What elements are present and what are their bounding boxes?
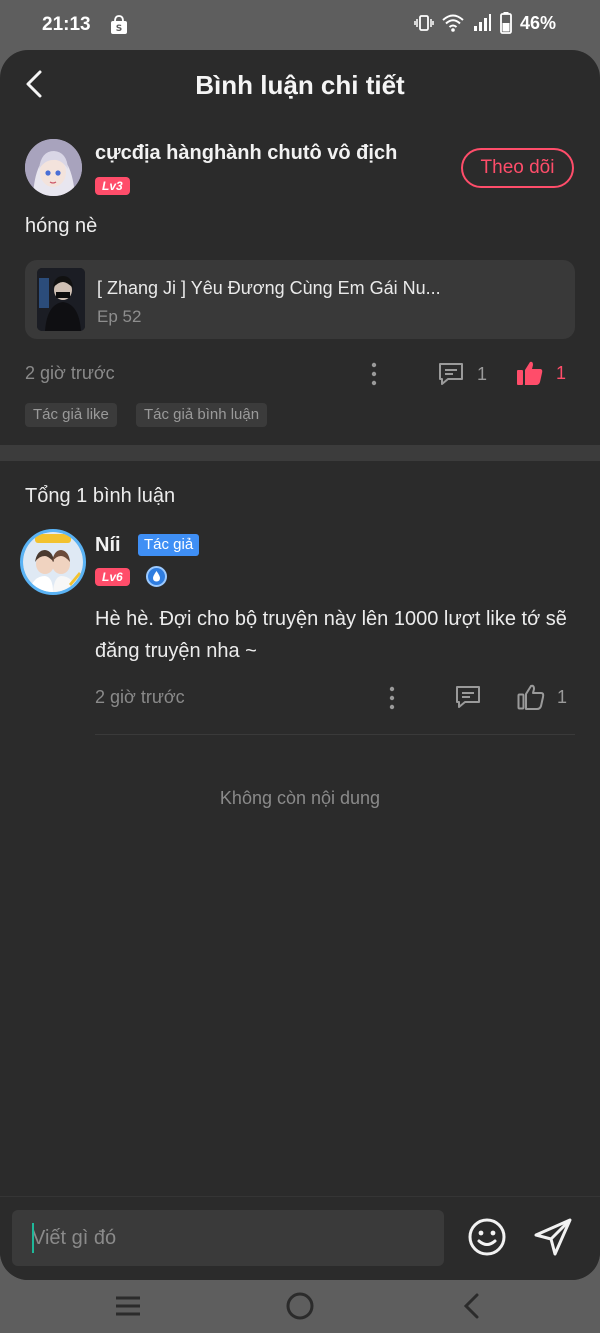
medal-icon (146, 566, 167, 587)
recent-apps-icon[interactable] (112, 1290, 144, 1322)
comment-input[interactable] (12, 1210, 444, 1266)
comment-icon (439, 363, 463, 385)
svg-text:S: S (116, 24, 122, 34)
section-divider (0, 445, 600, 461)
comment-text: Hè hè. Đợi cho bộ truyện này lên 1000 lư… (95, 608, 567, 662)
post-reply-button[interactable]: 1 (437, 361, 487, 387)
story-title: [ Zhang Ji ] Yêu Đương Cùng Em Gái Nu... (97, 278, 441, 298)
drop-icon (153, 571, 160, 582)
status-bar: 21:13 S 46% (0, 0, 600, 50)
like-count: 1 (556, 362, 567, 383)
level-badge: Lv3 (95, 177, 130, 195)
wifi-icon (442, 14, 464, 32)
story-cover-image (37, 268, 85, 331)
author-badge: Tác giả (138, 534, 200, 556)
comment-composer (0, 1196, 600, 1280)
more-options-icon[interactable] (368, 362, 380, 386)
avatar-anime-girl-icon (25, 139, 82, 196)
post-like-button[interactable]: 1 (516, 360, 566, 386)
level-badge: Lv6 (95, 568, 130, 586)
avatar-writer-icon (23, 532, 83, 592)
comment-separator (95, 734, 575, 735)
level-badge-label: Lv6 (95, 568, 130, 586)
post-text: hóng nè (25, 215, 98, 237)
back-nav-icon[interactable] (456, 1290, 488, 1322)
comment-icon[interactable] (454, 684, 482, 710)
battery-icon (500, 12, 512, 34)
reply-count: 1 (477, 363, 488, 384)
header: Bình luận chi tiết (0, 50, 600, 118)
story-card[interactable]: [ Zhang Ji ] Yêu Đương Cùng Em Gái Nu...… (25, 260, 575, 339)
avatar[interactable] (20, 529, 86, 595)
post-timestamp: 2 giờ trước (25, 363, 115, 383)
avatar[interactable] (25, 139, 82, 196)
text-caret (32, 1223, 34, 1253)
status-time: 21:13 (42, 14, 91, 35)
emoji-icon[interactable] (467, 1217, 507, 1257)
comment-username[interactable]: Níi (95, 534, 121, 557)
status-icons: 46% (414, 12, 556, 34)
tag-author-comment: Tác giả bình luận (136, 403, 268, 427)
end-of-list-label: Không còn nội dung (219, 788, 381, 808)
thumbs-up-icon (517, 684, 545, 710)
home-icon[interactable] (284, 1290, 316, 1322)
system-nav-bar (0, 1280, 600, 1333)
battery-percent: 46% (519, 12, 556, 33)
shopee-bag-icon: S (111, 15, 127, 34)
like-count: 1 (557, 686, 568, 707)
story-episode: Ep 52 (97, 307, 142, 326)
post-username[interactable]: cựcđịa hànghành chutô vô địch (95, 142, 397, 165)
follow-button[interactable]: Theo dõi (461, 148, 574, 188)
total-comments: Tổng 1 bình luận (25, 485, 176, 507)
more-options-icon[interactable] (386, 686, 398, 710)
page-title: Bình luận chi tiết (195, 70, 405, 100)
story-thumbnail (37, 268, 85, 331)
vibrate-icon (414, 15, 434, 31)
comment-timestamp: 2 giờ trước (95, 687, 185, 707)
comment-like-button[interactable]: 1 (517, 684, 567, 710)
signal-icon (473, 14, 491, 31)
tag-author-like: Tác giả like (25, 403, 117, 427)
level-badge-label: Lv3 (95, 177, 130, 195)
comment-detail-sheet: Bình luận chi tiết cựcđịa hànghành chutô… (0, 50, 600, 1280)
thumbs-up-filled-icon (517, 361, 543, 385)
send-icon[interactable] (531, 1215, 575, 1259)
